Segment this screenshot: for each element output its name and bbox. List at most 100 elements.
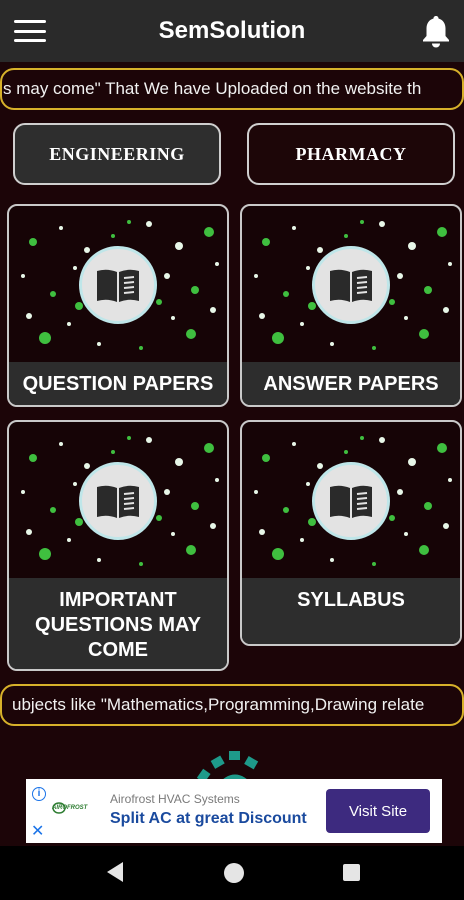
card-label: QUESTION PAPERS <box>9 362 227 405</box>
star-dot <box>443 523 449 529</box>
star-dot <box>210 523 216 529</box>
star-dot <box>139 562 143 566</box>
book-icon <box>79 246 157 324</box>
ad-headline[interactable]: Split AC at great Discount <box>110 810 307 828</box>
app-bar: SemSolution <box>0 0 464 62</box>
star-dot <box>21 274 25 278</box>
star-dot <box>259 529 265 535</box>
card-syllabus[interactable]: SYLLABUS <box>240 420 462 646</box>
star-dot <box>75 302 83 310</box>
star-dot <box>156 299 162 305</box>
open-book-glyph <box>97 485 139 518</box>
star-dot <box>111 450 115 454</box>
star-dot <box>171 316 175 320</box>
card-label: SYLLABUS <box>242 578 460 644</box>
bell-icon[interactable] <box>420 14 452 48</box>
star-dot <box>360 220 364 224</box>
star-dot <box>146 221 152 227</box>
star-dot <box>59 442 63 446</box>
star-dot <box>272 332 284 344</box>
visit-site-button[interactable]: Visit Site <box>326 789 430 833</box>
star-dot <box>204 443 214 453</box>
info-icon[interactable]: i <box>32 787 46 801</box>
star-dot <box>50 507 56 513</box>
star-dot <box>308 518 316 526</box>
book-icon <box>312 246 390 324</box>
star-dot <box>29 238 37 246</box>
star-dot <box>317 463 323 469</box>
star-dot <box>443 307 449 313</box>
star-dot <box>84 463 90 469</box>
star-dot <box>344 234 348 238</box>
star-dot <box>21 490 25 494</box>
star-dot <box>419 329 429 339</box>
star-dot <box>389 515 395 521</box>
star-dot <box>26 529 32 535</box>
star-dot <box>389 299 395 305</box>
star-dot <box>300 538 304 542</box>
star-dot <box>164 273 170 279</box>
star-dot <box>50 291 56 297</box>
ad-advertiser: Airofrost HVAC Systems <box>110 792 240 806</box>
star-dot <box>156 515 162 521</box>
star-dot <box>372 562 376 566</box>
star-dot <box>259 313 265 319</box>
star-dot <box>175 242 183 250</box>
star-dot <box>397 273 403 279</box>
star-dot <box>262 454 270 462</box>
star-dot <box>171 532 175 536</box>
star-dot <box>97 558 101 562</box>
app-title: SemSolution <box>158 17 306 44</box>
home-icon[interactable] <box>224 863 244 883</box>
card-label: ANSWER PAPERS <box>242 362 460 405</box>
system-navigation-bar <box>0 846 464 900</box>
tab-engineering[interactable]: ENGINEERING <box>13 123 221 185</box>
star-dot <box>397 489 403 495</box>
star-dot <box>424 286 432 294</box>
star-dot <box>344 450 348 454</box>
card-question-papers[interactable]: QUESTION PAPERS <box>7 204 229 407</box>
star-dot <box>292 226 296 230</box>
star-dot <box>419 545 429 555</box>
card-answer-papers[interactable]: ANSWER PAPERS <box>240 204 462 407</box>
tab-pharmacy[interactable]: PHARMACY <box>247 123 455 185</box>
star-dot <box>59 226 63 230</box>
star-dot <box>379 437 385 443</box>
card-label: IMPORTANT QUESTIONS MAY COME <box>9 578 227 669</box>
star-dot <box>372 346 376 350</box>
star-dot <box>404 532 408 536</box>
star-dot <box>191 286 199 294</box>
book-icon <box>312 462 390 540</box>
star-dot <box>67 322 71 326</box>
ticker-text: s may come" That We have Uploaded on the… <box>3 79 422 98</box>
announcement-ticker-top: s may come" That We have Uploaded on the… <box>0 68 464 110</box>
star-dot <box>146 437 152 443</box>
star-dot <box>26 313 32 319</box>
star-dot <box>379 221 385 227</box>
star-dot <box>448 262 452 266</box>
star-dot <box>283 507 289 513</box>
back-icon[interactable] <box>107 862 123 882</box>
star-dot <box>175 458 183 466</box>
star-dot <box>254 490 258 494</box>
star-dot <box>97 342 101 346</box>
star-dot <box>210 307 216 313</box>
book-icon <box>79 462 157 540</box>
recent-apps-icon[interactable] <box>343 864 360 881</box>
star-dot <box>308 302 316 310</box>
star-dot <box>424 502 432 510</box>
star-dot <box>139 346 143 350</box>
star-dot <box>186 545 196 555</box>
star-dot <box>73 482 77 486</box>
star-dot <box>39 548 51 560</box>
star-dot <box>360 436 364 440</box>
card-important-questions[interactable]: IMPORTANT QUESTIONS MAY COME <box>7 420 229 671</box>
star-dot <box>73 266 77 270</box>
star-dot <box>191 502 199 510</box>
ad-banner[interactable]: i ✕ AIROFROST Airofrost HVAC Systems Spl… <box>26 779 442 843</box>
star-dot <box>437 227 447 237</box>
star-dot <box>404 316 408 320</box>
star-dot <box>29 454 37 462</box>
star-dot <box>127 220 131 224</box>
close-icon[interactable]: ✕ <box>31 821 44 841</box>
